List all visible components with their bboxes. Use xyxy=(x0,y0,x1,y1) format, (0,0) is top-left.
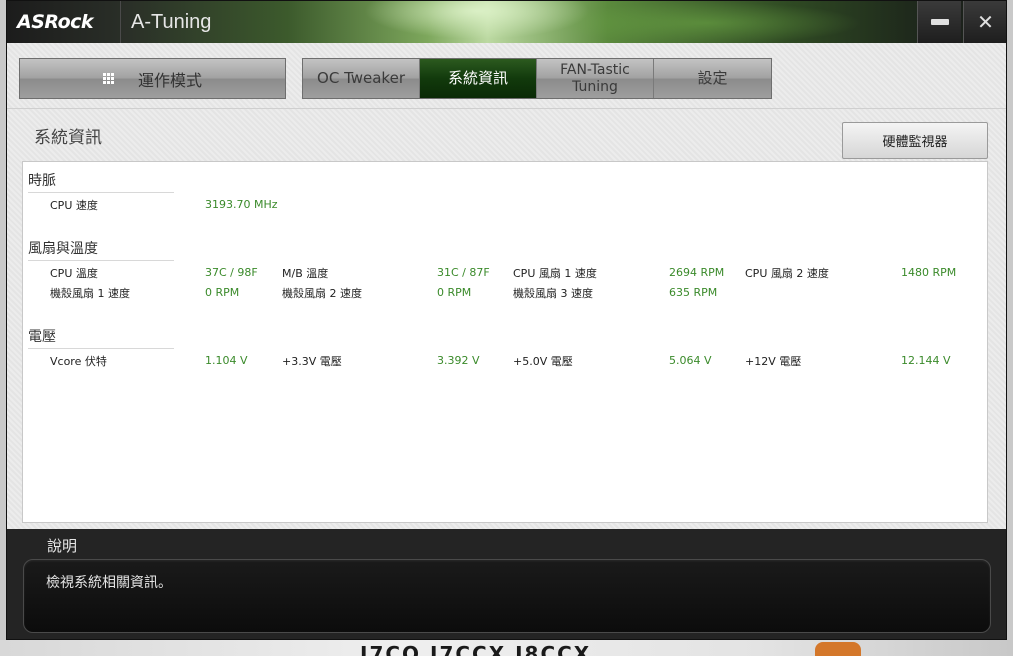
v50-label: +5.0V 電壓 xyxy=(513,355,573,368)
brand-logo: ASRock xyxy=(17,11,94,33)
cpu-fan2-value: 1480 RPM xyxy=(901,266,957,279)
main-panel: 運作模式 OC Tweaker 系統資訊 FAN-Tastic Tuning 設… xyxy=(7,43,1006,529)
close-button[interactable]: ✕ xyxy=(963,1,1006,43)
minimize-button[interactable] xyxy=(917,1,961,43)
v33-value: 3.392 V xyxy=(437,354,480,367)
cpu-speed-value: 3193.70 MHz xyxy=(205,198,278,211)
system-info-panel: 時脈 CPU 速度 3193.70 MHz 風扇與溫度 CPU 溫度 37C /… xyxy=(22,161,988,523)
chassis-fan2-value: 0 RPM xyxy=(437,286,472,299)
desktop-text: I7CO I7CCX I8CCX xyxy=(360,642,592,656)
description-title: 說明 xyxy=(47,537,78,555)
cpu-fan1-label: CPU 風扇 1 速度 xyxy=(513,267,597,280)
chassis-fan1-label: 機殼風扇 1 速度 xyxy=(50,287,130,300)
tab-fan-tastic-line1: FAN-Tastic xyxy=(560,61,630,78)
tab-oc-tweaker[interactable]: OC Tweaker xyxy=(303,59,420,98)
minimize-icon xyxy=(930,19,949,25)
tab-fan-tastic-line2: Tuning xyxy=(572,78,618,95)
operation-mode-button[interactable]: 運作模式 xyxy=(19,58,286,99)
chassis-fan3-value: 635 RPM xyxy=(669,286,718,299)
v12-value: 12.144 V xyxy=(901,354,951,367)
title-separator xyxy=(120,1,121,43)
operation-mode-label: 運作模式 xyxy=(137,70,202,90)
vcore-label: Vcore 伏特 xyxy=(50,355,107,368)
description-area: 說明 檢視系統相關資訊。 xyxy=(7,529,1006,639)
voltage-group-title: 電壓 xyxy=(28,326,174,349)
mb-temp-value: 31C / 87F xyxy=(437,266,490,279)
hardware-monitor-button[interactable]: 硬體監視器 xyxy=(842,122,988,159)
tab-bar: OC Tweaker 系統資訊 FAN-Tastic Tuning 設定 xyxy=(302,58,772,99)
tab-fan-tastic-tuning[interactable]: FAN-Tastic Tuning xyxy=(537,59,654,98)
clock-group-title: 時脈 xyxy=(28,170,174,193)
cpu-temp-value: 37C / 98F xyxy=(205,266,258,279)
fans-temps-group-title: 風扇與溫度 xyxy=(28,238,174,261)
v50-value: 5.064 V xyxy=(669,354,712,367)
page-title: 系統資訊 xyxy=(34,128,102,148)
cpu-speed-label: CPU 速度 xyxy=(50,199,98,212)
description-box: 檢視系統相關資訊。 xyxy=(23,559,991,633)
title-bar[interactable]: ASRock A-Tuning ✕ xyxy=(7,1,1006,43)
tab-system-info[interactable]: 系統資訊 xyxy=(420,59,537,98)
v33-label: +3.3V 電壓 xyxy=(282,355,342,368)
chassis-fan3-label: 機殼風扇 3 速度 xyxy=(513,287,593,300)
desktop-background: I7CO I7CCX I8CCX xyxy=(0,640,1013,656)
mb-temp-label: M/B 溫度 xyxy=(282,267,329,280)
cpu-fan2-label: CPU 風扇 2 速度 xyxy=(745,267,829,280)
vcore-value: 1.104 V xyxy=(205,354,248,367)
cpu-temp-label: CPU 溫度 xyxy=(50,267,98,280)
app-window: ASRock A-Tuning ✕ 運作模式 OC Tweaker 系統資訊 F… xyxy=(6,0,1007,640)
app-title: A-Tuning xyxy=(131,11,212,33)
chassis-fan1-value: 0 RPM xyxy=(205,286,240,299)
v12-label: +12V 電壓 xyxy=(745,355,802,368)
tab-settings[interactable]: 設定 xyxy=(654,59,771,98)
cpu-fan1-value: 2694 RPM xyxy=(669,266,725,279)
nav-bar: 運作模式 OC Tweaker 系統資訊 FAN-Tastic Tuning 設… xyxy=(7,43,1006,109)
close-icon: ✕ xyxy=(977,10,994,34)
chassis-fan2-label: 機殼風扇 2 速度 xyxy=(282,287,362,300)
grid-icon xyxy=(102,73,114,84)
description-text: 檢視系統相關資訊。 xyxy=(46,575,172,591)
desktop-shape xyxy=(815,642,861,656)
